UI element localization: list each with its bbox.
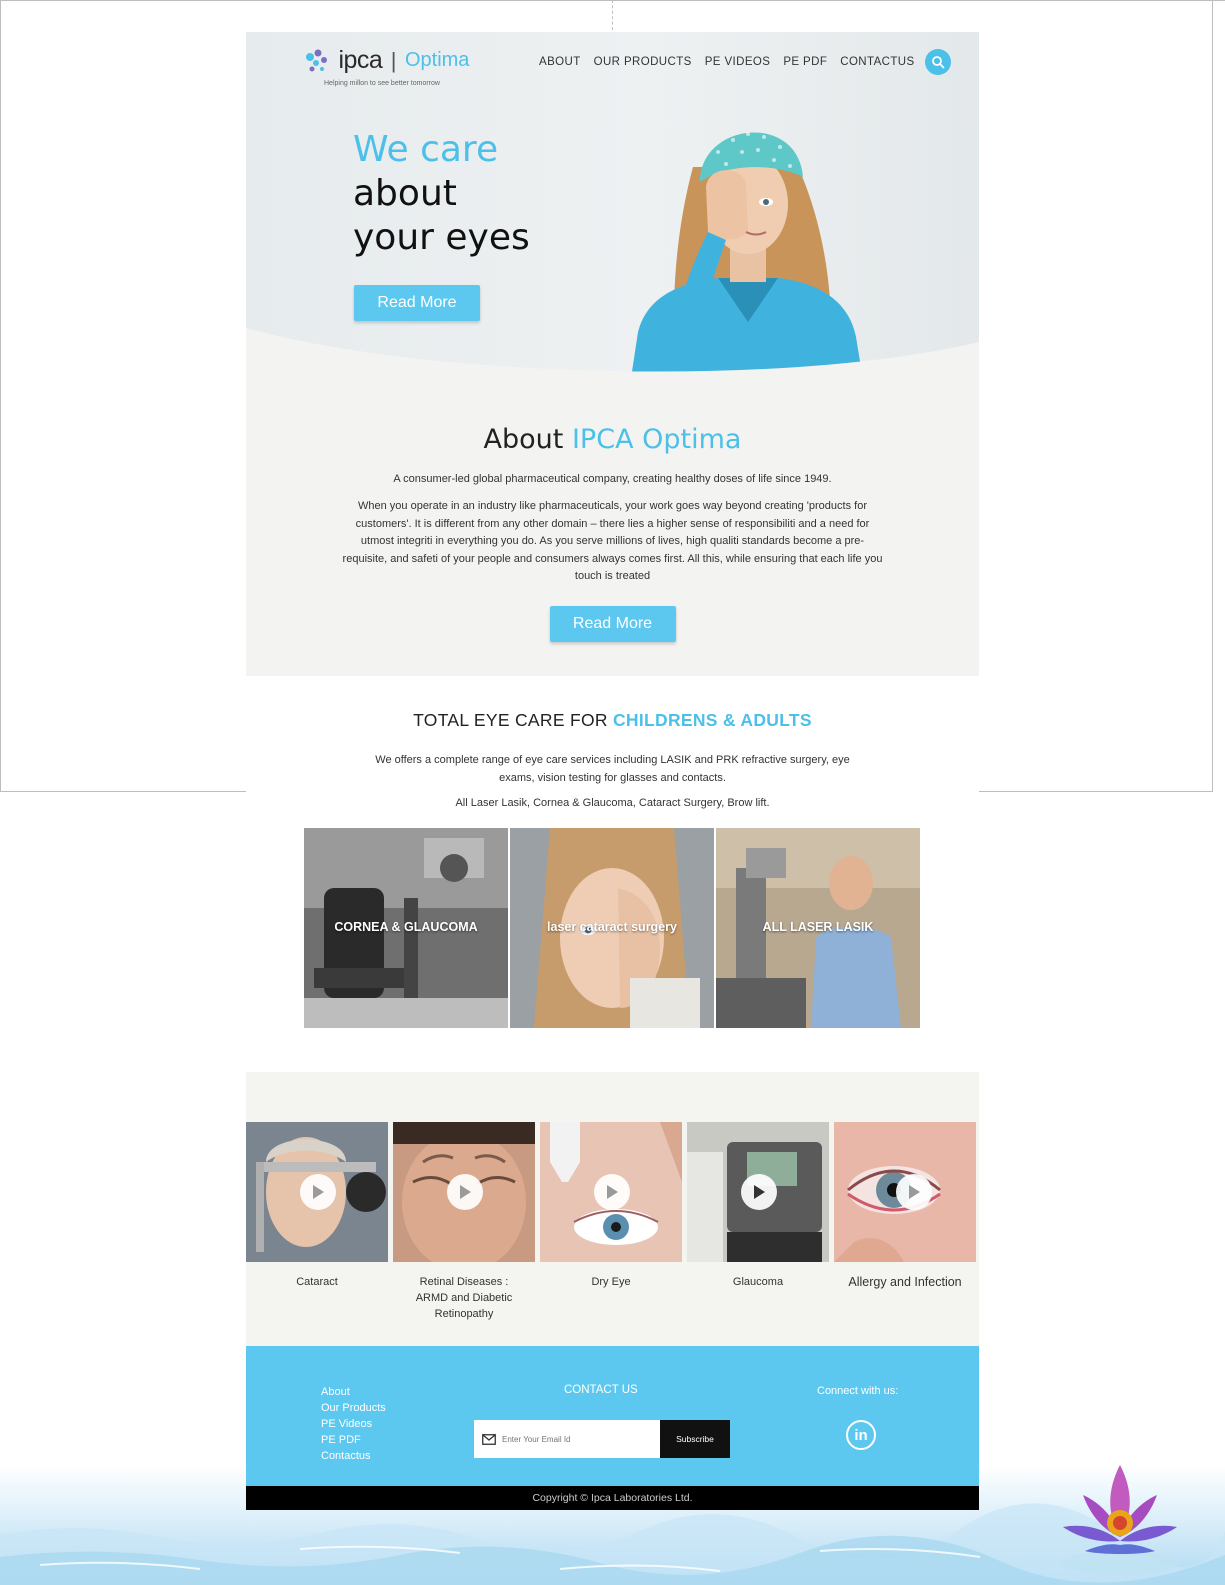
video-label[interactable]: Cataract: [246, 1274, 388, 1290]
videos-section: Cataract Retinal Diseases: ARMD and Dia…: [246, 1072, 979, 1346]
play-icon: [754, 1185, 765, 1199]
email-input[interactable]: [502, 1434, 652, 1444]
brand-name: ipca: [338, 46, 383, 74]
play-button[interactable]: [741, 1174, 777, 1210]
brand-tagline: Helping millon to see better tomorrow: [324, 80, 440, 87]
footer-link-contactus[interactable]: Contactus: [321, 1448, 386, 1464]
service-tiles: CORNEA & GLAUCOMA laser cataract surgery: [304, 828, 922, 1028]
mail-icon: [482, 1433, 496, 1445]
logo-mark-icon: [304, 47, 334, 75]
about-title-accent: IPCA Optima: [571, 424, 742, 455]
video-item-allergy-infection[interactable]: Allergy and Infection: [834, 1122, 976, 1322]
eye-care-description: We offers a complete range of eye care s…: [375, 754, 850, 784]
tile-label: ALL LASER LASIK: [762, 920, 874, 934]
footer-link-our-products[interactable]: Our Products: [321, 1400, 386, 1416]
tile-laser-cataract-surgery[interactable]: laser cataract surgery: [510, 828, 714, 1028]
brand-divider: |: [390, 47, 397, 73]
about-title: About IPCA Optima: [246, 424, 979, 455]
nav-about[interactable]: ABOUT: [539, 56, 581, 68]
video-item-glaucoma[interactable]: Glaucoma: [687, 1122, 829, 1322]
eye-care-title-accent: CHILDRENS & ADULTS: [612, 710, 812, 730]
tile-all-laser-lasik[interactable]: ALL LASER LASIK: [716, 828, 920, 1028]
hero-title-line-1: We care: [353, 129, 499, 170]
play-button[interactable]: [300, 1174, 336, 1210]
search-icon: [931, 56, 944, 69]
play-button[interactable]: [594, 1174, 630, 1210]
footer-link-pe-pdf[interactable]: PE PDF: [321, 1432, 386, 1448]
tile-label: laser cataract surgery: [547, 920, 677, 934]
video-list: Cataract Retinal Diseases: ARMD and Dia…: [246, 1122, 981, 1322]
nav-our-products[interactable]: OUR PRODUCTS: [594, 56, 692, 68]
copyright-bar: Copyright © Ipca Laboratories Ltd.: [246, 1486, 979, 1510]
search-button[interactable]: [924, 49, 951, 75]
video-thumbnail[interactable]: [393, 1122, 535, 1262]
eye-care-services: All Laser Lasik, Cornea & Glaucoma, Cata…: [455, 797, 770, 809]
hero-title-line-2: about: [353, 173, 457, 214]
footer-links: About Our Products PE Videos PE PDF Cont…: [321, 1384, 386, 1464]
video-thumbnail[interactable]: [246, 1122, 388, 1262]
play-icon: [909, 1185, 920, 1199]
video-label[interactable]: Glaucoma: [687, 1274, 829, 1290]
tile-label: CORNEA & GLAUCOMA: [334, 920, 478, 934]
nav-pe-videos[interactable]: PE VIDEOS: [705, 56, 771, 68]
main-nav: ABOUT OUR PRODUCTS PE VIDEOS PE PDF CONT…: [539, 49, 951, 75]
about-read-more-button[interactable]: Read More: [549, 605, 676, 642]
video-thumbnail[interactable]: [834, 1122, 976, 1262]
email-field-wrapper: [474, 1420, 660, 1458]
video-item-dry-eye[interactable]: Dry Eye: [540, 1122, 682, 1322]
contact-us-heading: CONTACT US: [564, 1384, 638, 1396]
hero-read-more-button[interactable]: Read More: [354, 285, 480, 321]
linkedin-icon[interactable]: in: [846, 1420, 876, 1450]
play-icon: [313, 1185, 324, 1199]
about-section: About IPCA Optima A consumer-led global …: [246, 398, 979, 676]
hero-curve-divider: [246, 328, 979, 398]
video-thumbnail[interactable]: [687, 1122, 829, 1262]
video-item-retinal-diseases[interactable]: Retinal Diseases : ARMD and Diabetic Ret…: [393, 1122, 535, 1322]
subscribe-button[interactable]: Subscribe: [660, 1420, 730, 1458]
video-label[interactable]: Allergy and Infection: [834, 1274, 976, 1290]
subscribe-form: Subscribe: [474, 1420, 730, 1458]
video-thumbnail[interactable]: [540, 1122, 682, 1262]
about-lead: A consumer-led global pharmaceutical com…: [393, 473, 832, 485]
hero-title-line-3: your eyes: [353, 217, 530, 258]
nav-contactus[interactable]: CONTACTUS: [840, 56, 914, 68]
brand-product: Optima: [404, 49, 470, 71]
video-label[interactable]: Retinal Diseases : ARMD and Diabetic Ret…: [393, 1274, 535, 1322]
video-label[interactable]: Dry Eye: [540, 1274, 682, 1290]
eye-care-section: TOTAL EYE CARE FOR CHILDRENS & ADULTS We…: [246, 676, 979, 1072]
lotus-decoration: [1055, 1455, 1185, 1580]
play-button[interactable]: [447, 1174, 483, 1210]
eye-care-title-plain: TOTAL EYE CARE FOR: [413, 710, 613, 730]
landing-page: ipca | Optima Helping millon to see bett…: [246, 32, 979, 1510]
about-body: When you operate in an industry like pha…: [342, 500, 883, 582]
footer-link-pe-videos[interactable]: PE Videos: [321, 1416, 386, 1432]
play-icon: [607, 1185, 618, 1199]
play-button[interactable]: [896, 1174, 932, 1210]
connect-heading: Connect with us:: [817, 1385, 899, 1397]
play-icon: [460, 1185, 471, 1199]
hero-title: We care about your eyes: [353, 128, 530, 260]
tile-cornea-glaucoma[interactable]: CORNEA & GLAUCOMA: [304, 828, 508, 1028]
brand-logo[interactable]: ipca | Optima Helping millon to see bett…: [304, 46, 470, 87]
hero-section: ipca | Optima Helping millon to see bett…: [246, 32, 979, 398]
footer-link-about[interactable]: About: [321, 1384, 386, 1400]
eye-care-title: TOTAL EYE CARE FOR CHILDRENS & ADULTS: [246, 710, 979, 731]
footer: About Our Products PE Videos PE PDF Cont…: [246, 1346, 979, 1486]
about-title-plain: About: [483, 424, 572, 455]
nav-pe-pdf[interactable]: PE PDF: [783, 56, 827, 68]
video-item-cataract[interactable]: Cataract: [246, 1122, 388, 1322]
